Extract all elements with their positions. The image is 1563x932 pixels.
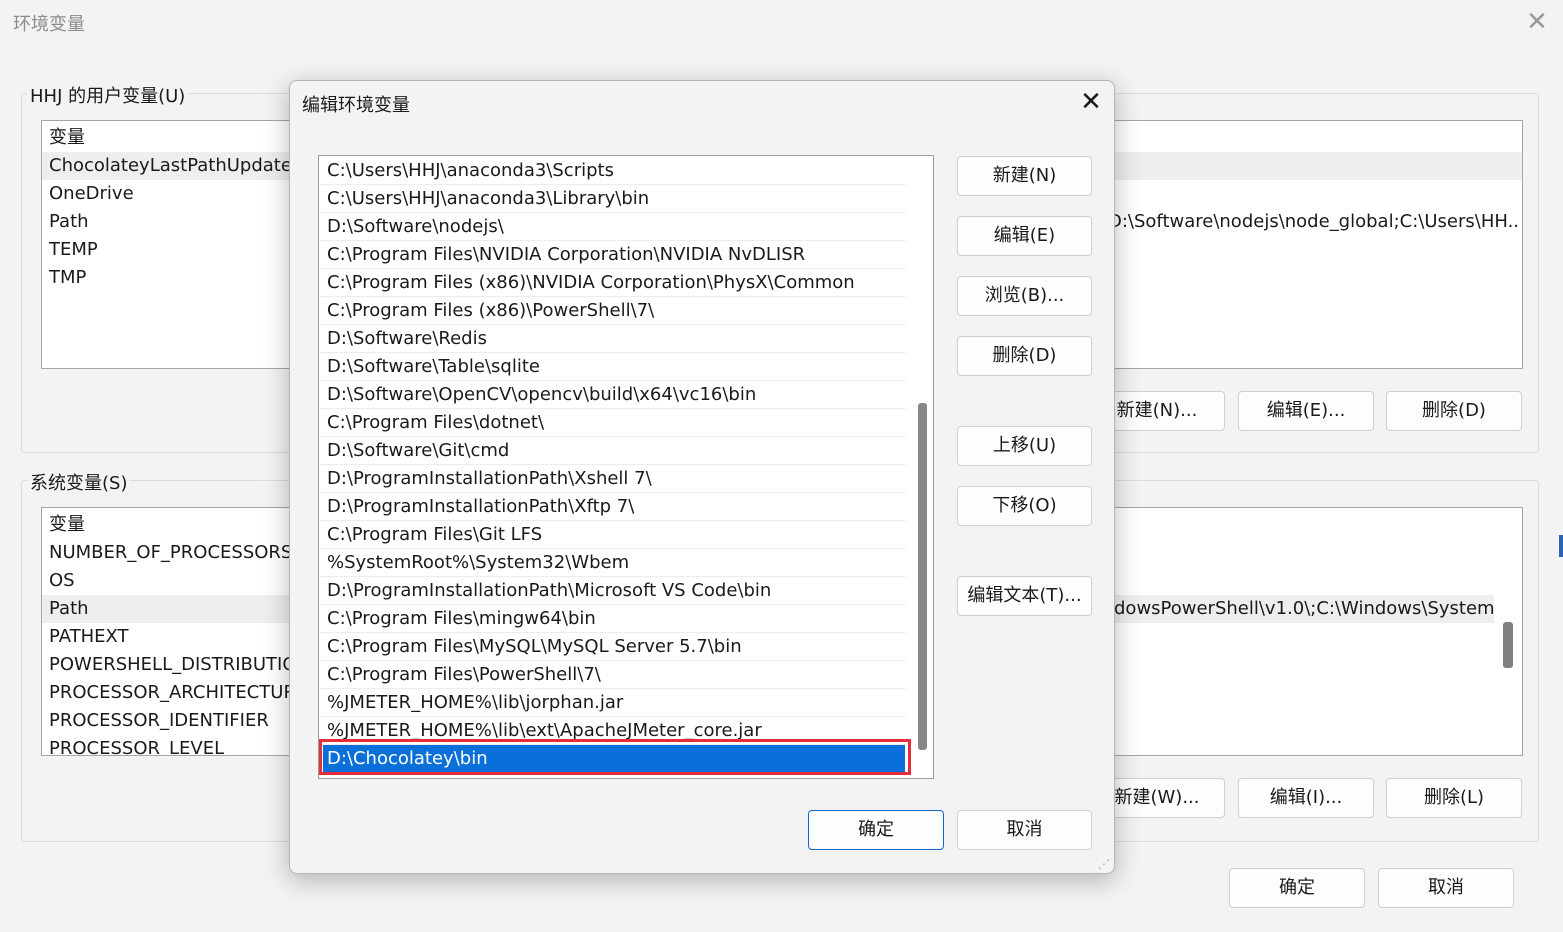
list-item[interactable]: %SystemRoot%\System32\Wbem [320,549,906,577]
background-window-edge [1559,535,1563,557]
ok-button[interactable]: 确定 [808,810,944,850]
dialog-title-bar: 编辑环境变量 ✕ [290,81,1114,125]
edit-environment-variable-dialog: 编辑环境变量 ✕ C:\Users\HHJ\anaconda3\Scripts … [289,80,1115,874]
list-item[interactable]: C:\Program Files\NVIDIA Corporation\NVID… [320,241,906,269]
scrollbar-thumb[interactable] [1503,622,1513,668]
list-item[interactable]: C:\Users\HHJ\anaconda3\Library\bin [320,185,906,213]
list-item[interactable]: %JMETER_HOME%\lib\jorphan.jar [320,689,906,717]
close-icon[interactable]: ✕ [1076,86,1106,118]
move-up-button[interactable]: 上移(U) [957,426,1092,466]
list-item[interactable]: C:\Program Files\MySQL\MySQL Server 5.7\… [320,633,906,661]
window-title: 环境变量 [13,14,85,35]
list-item[interactable]: C:\Program Files (x86)\PowerShell\7\ [320,297,906,325]
path-value-cell: dowsPowerShell\v1.0\;C:\Windows\System..… [1114,595,1494,623]
list-item[interactable]: C:\Users\HHJ\anaconda3\Scripts [320,157,906,185]
selected-list-item[interactable]: D:\Chocolatey\bin [323,745,905,773]
list-item[interactable]: D:\ProgramInstallationPath\Xftp 7\ [320,493,906,521]
list-item[interactable]: D:\Software\Redis [320,325,906,353]
path-list-scrollbar[interactable] [913,156,933,778]
user-variables-label: HHJ 的用户变量(U) [27,82,189,108]
delete-button[interactable]: 删除(D) [957,336,1092,376]
dialog-title: 编辑环境变量 [302,95,410,116]
user-delete-button[interactable]: 删除(D) [1386,391,1522,431]
system-variables-label: 系统变量(S) [27,469,131,495]
outer-cancel-button[interactable]: 取消 [1378,868,1514,908]
move-down-button[interactable]: 下移(O) [957,486,1092,526]
system-edit-button[interactable]: 编辑(I)... [1238,778,1374,818]
list-item[interactable]: C:\Program Files\mingw64\bin [320,605,906,633]
resize-grip-icon[interactable]: ⋰ [1098,857,1112,871]
scrollbar-thumb[interactable] [918,403,927,750]
list-item[interactable]: C:\Program Files\Git LFS [320,521,906,549]
cancel-button[interactable]: 取消 [957,810,1092,850]
browse-button[interactable]: 浏览(B)... [957,276,1092,316]
user-edit-button[interactable]: 编辑(E)... [1238,391,1374,431]
list-item[interactable]: C:\Program Files\dotnet\ [320,409,906,437]
edit-text-button[interactable]: 编辑文本(T)... [957,576,1092,616]
path-value-cell: D:\Software\nodejs\node_global;C:\Users\… [1108,211,1518,232]
close-icon[interactable]: ✕ [1524,8,1550,36]
system-delete-button[interactable]: 删除(L) [1386,778,1522,818]
path-entries-list[interactable]: C:\Users\HHJ\anaconda3\Scripts C:\Users\… [318,155,934,779]
outer-ok-button[interactable]: 确定 [1229,868,1365,908]
list-item[interactable]: C:\Program Files\PowerShell\7\ [320,661,906,689]
list-item[interactable]: D:\Software\Table\sqlite [320,353,906,381]
list-item[interactable]: C:\Program Files (x86)\NVIDIA Corporatio… [320,269,906,297]
list-item[interactable]: %JMETER_HOME%\lib\ext\ApacheJMeter_core.… [320,717,906,745]
list-item[interactable]: D:\Software\nodejs\ [320,213,906,241]
list-item[interactable]: D:\Software\Git\cmd [320,437,906,465]
edit-button[interactable]: 编辑(E) [957,216,1092,256]
list-item[interactable]: D:\ProgramInstallationPath\Xshell 7\ [320,465,906,493]
new-button[interactable]: 新建(N) [957,156,1092,196]
list-item[interactable]: D:\ProgramInstallationPath\Microsoft VS … [320,577,906,605]
system-list-scrollbar[interactable] [1496,508,1522,755]
list-item[interactable]: D:\Software\OpenCV\opencv\build\x64\vc16… [320,381,906,409]
